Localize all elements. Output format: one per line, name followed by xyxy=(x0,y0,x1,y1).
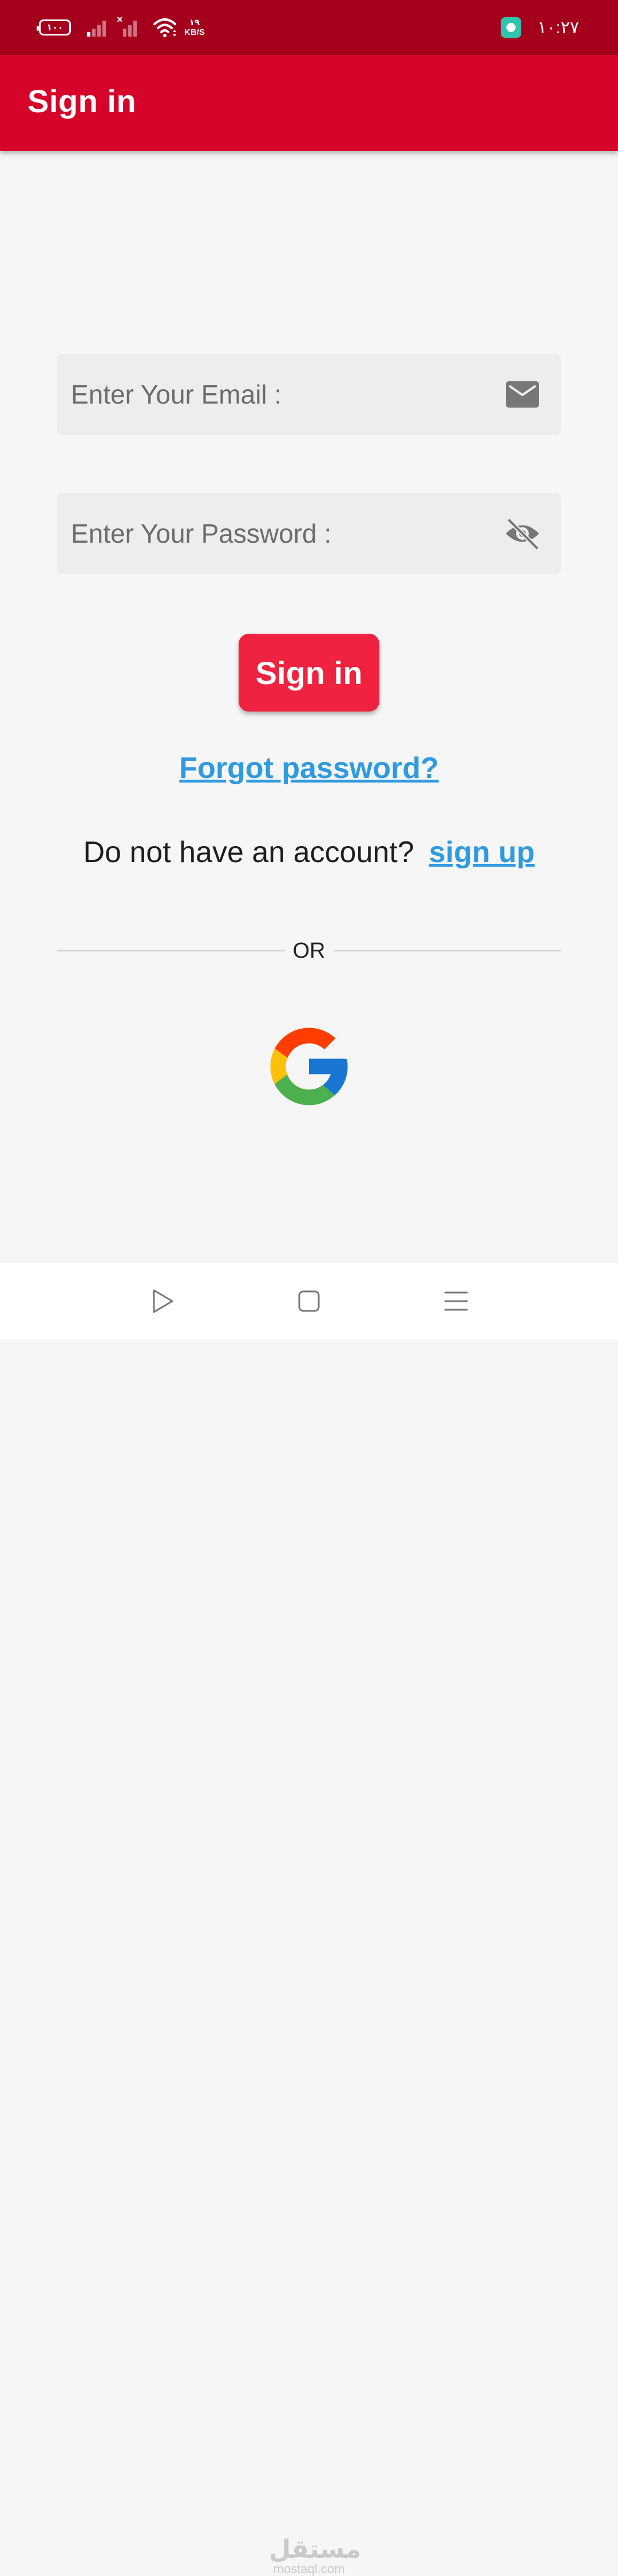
signal-sim2-icon: × xyxy=(117,14,140,39)
mail-icon xyxy=(506,381,539,408)
signal-sim1-icon xyxy=(86,16,109,39)
status-left: ١٠٠ × ١٩ KB/S xyxy=(37,14,205,41)
network-speed: ١٩ KB/S xyxy=(184,18,205,37)
network-speed-value: ١٩ xyxy=(189,18,200,27)
page-title: Sign in xyxy=(27,83,137,119)
watermark-latin: mostaql.com xyxy=(273,2562,345,2576)
signal-disabled-mark: × xyxy=(117,14,123,25)
signin-button[interactable]: Sign in xyxy=(239,634,379,712)
divider-line-right xyxy=(333,950,561,951)
email-input[interactable] xyxy=(71,354,483,435)
signup-link[interactable]: sign up xyxy=(429,835,535,870)
email-field[interactable] xyxy=(57,354,561,435)
divider-line-left xyxy=(57,950,285,951)
status-right: ١٠:٢٧ xyxy=(501,14,579,41)
home-square-icon[interactable] xyxy=(294,1286,324,1317)
or-label: OR xyxy=(292,938,326,963)
notification-app-icon xyxy=(501,17,522,38)
battery-level: ١٠٠ xyxy=(46,23,64,33)
wifi-icon xyxy=(153,18,176,37)
navigation-bar: مستقل mostaql.com xyxy=(0,1263,618,2576)
forgot-password-link[interactable]: Forgot password? xyxy=(0,751,618,785)
or-divider: OR xyxy=(57,937,561,965)
google-icon[interactable] xyxy=(263,1020,355,1113)
watermark-arabic: مستقل xyxy=(269,2535,361,2563)
status-time: ١٠:٢٧ xyxy=(537,18,579,37)
eye-off-icon[interactable] xyxy=(505,517,540,550)
menu-lines-icon[interactable] xyxy=(441,1286,472,1317)
app-bar: Sign in xyxy=(0,55,618,151)
network-speed-unit: KB/S xyxy=(184,27,205,37)
back-triangle-icon[interactable] xyxy=(146,1286,177,1317)
status-bar: ١٠٠ × ١٩ KB/S ١٠:٢٧ xyxy=(0,0,618,55)
no-account-text: Do not have an account? xyxy=(83,836,414,869)
password-input[interactable] xyxy=(71,493,483,574)
password-field[interactable] xyxy=(57,493,561,574)
battery-icon: ١٠٠ xyxy=(37,19,71,35)
watermark: مستقل mostaql.com xyxy=(269,2535,361,2576)
signup-row: Do not have an account? sign up xyxy=(0,835,618,870)
